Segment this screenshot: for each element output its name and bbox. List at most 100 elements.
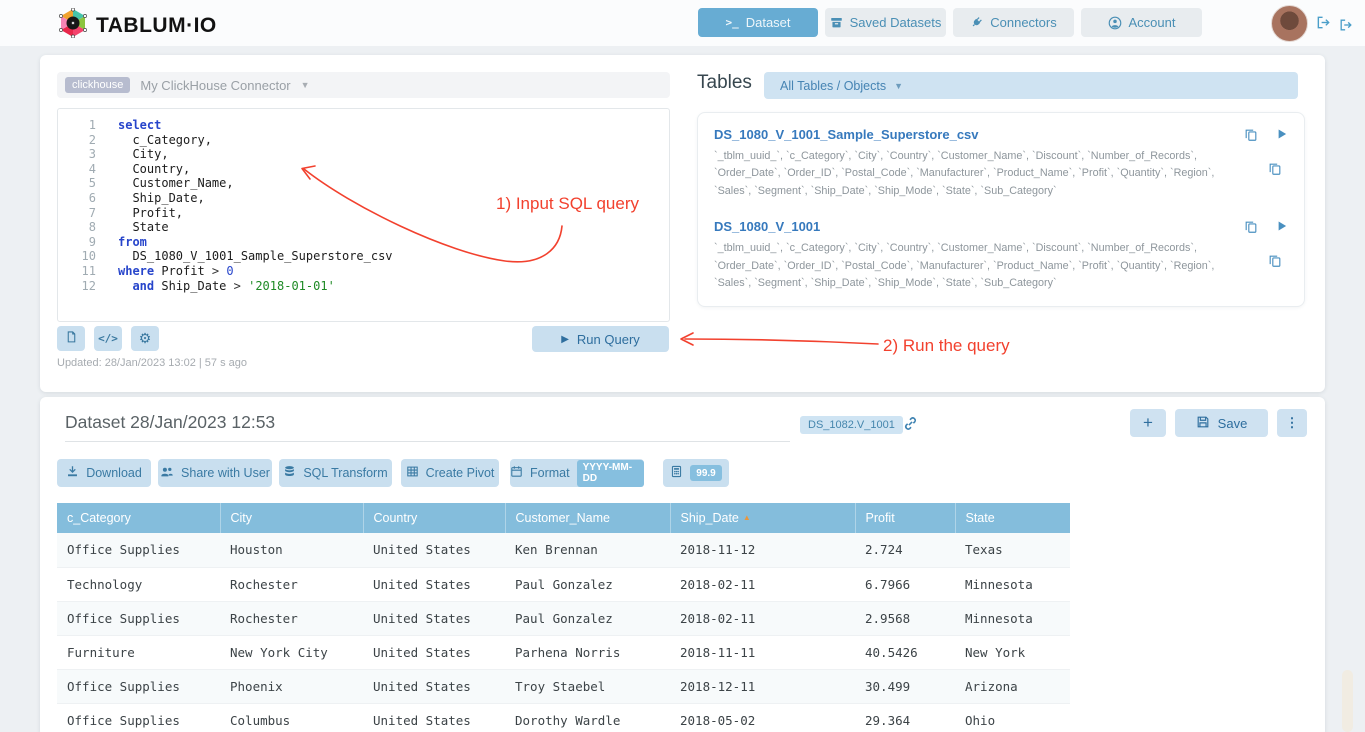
table-cell: New York City — [220, 635, 363, 669]
table-columns-list: `_tblm_uuid_`, `c_Category`, `City`, `Co… — [714, 148, 1242, 200]
column-header-profit[interactable]: Profit — [855, 503, 955, 533]
avatar[interactable] — [1271, 5, 1308, 42]
table-row[interactable]: Office SuppliesHoustonUnited StatesKen B… — [57, 533, 1070, 567]
sign-out-icon[interactable] — [1339, 18, 1353, 37]
format-code-button[interactable]: </> — [94, 326, 122, 351]
table-row[interactable]: TechnologyRochesterUnited StatesPaul Gon… — [57, 567, 1070, 601]
tables-filter-dropdown[interactable]: All Tables / Objects ▼ — [764, 72, 1298, 99]
logo[interactable]: TABLUM·IO — [58, 8, 217, 43]
toolbar-create-pivot-button[interactable]: Create Pivot — [401, 459, 499, 487]
column-header-state[interactable]: State — [955, 503, 1070, 533]
line-number: 1 — [58, 118, 96, 133]
table-row[interactable]: Office SuppliesColumbusUnited StatesDoro… — [57, 703, 1070, 732]
nav-account[interactable]: Account — [1081, 8, 1202, 37]
sql-code: State — [118, 220, 169, 235]
toolbar-label: Download — [86, 466, 142, 480]
copy-icon[interactable] — [1244, 220, 1258, 234]
scrollbar-thumb[interactable] — [1342, 670, 1353, 732]
line-number: 2 — [58, 133, 96, 148]
toolbar-label: Create Pivot — [426, 466, 495, 480]
table-cell: Technology — [57, 567, 220, 601]
link-icon[interactable] — [902, 415, 919, 437]
sql-code: City, — [118, 147, 169, 162]
sql-code: Customer_Name, — [118, 176, 234, 191]
more-options-button[interactable]: ⋮ — [1277, 409, 1307, 437]
play-icon[interactable] — [1276, 128, 1288, 142]
sql-code: Ship_Date, — [118, 191, 205, 206]
table-cell: Rochester — [220, 567, 363, 601]
column-header-c-category[interactable]: c_Category — [57, 503, 220, 533]
sign-out-icon[interactable] — [1316, 15, 1331, 35]
sql-code: from — [118, 235, 147, 250]
copy-icon[interactable] — [1268, 254, 1282, 273]
column-header-ship-date[interactable]: Ship_Date▲ — [670, 503, 855, 533]
query-settings-button[interactable]: ⚙ — [131, 326, 159, 351]
nav-label: Saved Datasets — [850, 15, 942, 30]
copy-icon[interactable] — [1268, 162, 1282, 181]
result-table-header: c_CategoryCityCountryCustomer_NameShip_D… — [57, 503, 1070, 533]
plug-icon — [970, 16, 983, 29]
chevron-down-icon: ▼ — [894, 81, 903, 91]
table-cell: Minnesota — [955, 567, 1070, 601]
table-cell: Columbus — [220, 703, 363, 732]
updated-timestamp: Updated: 28/Jan/2023 13:02 | 57 s ago — [57, 357, 247, 369]
logo-hexagon-icon — [58, 8, 88, 43]
line-number: 10 — [58, 249, 96, 264]
column-header-country[interactable]: Country — [363, 503, 505, 533]
toolbar-label: SQL Transform — [303, 466, 387, 480]
new-query-button[interactable] — [57, 326, 85, 351]
column-header-city[interactable]: City — [220, 503, 363, 533]
toolbar-label: Share with User — [181, 466, 270, 480]
table-cell: 2018-05-02 — [670, 703, 855, 732]
table-row[interactable]: Office SuppliesRochesterUnited StatesPau… — [57, 601, 1070, 635]
nav-connectors[interactable]: Connectors — [953, 8, 1074, 37]
run-query-button[interactable]: ▶ Run Query — [532, 326, 669, 352]
toolbar-value-badge: YYYY-MM-DD — [577, 460, 644, 487]
connector-name: My ClickHouse Connector — [140, 78, 290, 93]
top-bar: TABLUM·IO >_Dataset Saved Datasets Connect… — [0, 0, 1365, 46]
logo-text: TABLUM·IO — [96, 14, 217, 38]
archive-icon — [830, 16, 843, 29]
table-cell: United States — [363, 567, 505, 601]
toolbar-label: Format — [530, 466, 570, 480]
column-header-customer-name[interactable]: Customer_Name — [505, 503, 670, 533]
chevron-down-icon: ▼ — [301, 80, 310, 90]
nav-label: Connectors — [990, 15, 1056, 30]
table-row[interactable]: Office SuppliesPhoenixUnited StatesTroy … — [57, 669, 1070, 703]
annotation-step1: 1) Input SQL query — [496, 194, 639, 214]
dataset-title-underline — [65, 441, 790, 442]
table-cell: New York — [955, 635, 1070, 669]
line-number: 7 — [58, 206, 96, 221]
table-cell: Office Supplies — [57, 533, 220, 567]
toolbar-sql-transform-button[interactable]: SQL Transform — [279, 459, 392, 487]
sql-line: 3 City, — [58, 147, 669, 162]
table-name-link[interactable]: DS_1080_V_1001_Sample_Superstore_csv — [714, 127, 979, 142]
database-icon — [283, 465, 296, 481]
table-cell: Texas — [955, 533, 1070, 567]
nav-dataset[interactable]: >_Dataset — [698, 8, 818, 37]
play-icon[interactable] — [1276, 220, 1288, 234]
table-cell: Rochester — [220, 601, 363, 635]
toolbar-download-button[interactable]: Download — [57, 459, 151, 487]
table-row[interactable]: FurnitureNew York CityUnited StatesParhe… — [57, 635, 1070, 669]
code-icon: </> — [98, 332, 118, 345]
save-button[interactable]: Save — [1175, 409, 1268, 437]
table-cell: Ken Brennan — [505, 533, 670, 567]
table-name-link[interactable]: DS_1080_V_1001 — [714, 219, 820, 234]
document-icon — [65, 330, 78, 347]
nav-saved-datasets[interactable]: Saved Datasets — [825, 8, 946, 37]
table-cell: 2.9568 — [855, 601, 955, 635]
sql-line: 11where Profit > 0 — [58, 264, 669, 279]
add-button[interactable]: + — [1130, 409, 1166, 437]
line-number: 3 — [58, 147, 96, 162]
toolbar-format-button[interactable]: Format YYYY-MM-DD — [510, 459, 644, 487]
toolbar-share-with-user-button[interactable]: Share with User — [158, 459, 272, 487]
copy-icon[interactable] — [1244, 128, 1258, 142]
sql-line: 12 and Ship_Date > '2018-01-01' — [58, 279, 669, 294]
table-cell: 30.499 — [855, 669, 955, 703]
sql-editor[interactable]: 1select2 c_Category,3 City,4 Country,5 C… — [57, 108, 670, 322]
table-list-item: DS_1080_V_1001_Sample_Superstore_csv `_tb… — [698, 117, 1304, 209]
table-cell: Phoenix — [220, 669, 363, 703]
toolbar-precision-button[interactable]: 99.9 — [663, 459, 729, 487]
connector-selector[interactable]: clickhouse My ClickHouse Connector ▼ — [57, 72, 670, 98]
